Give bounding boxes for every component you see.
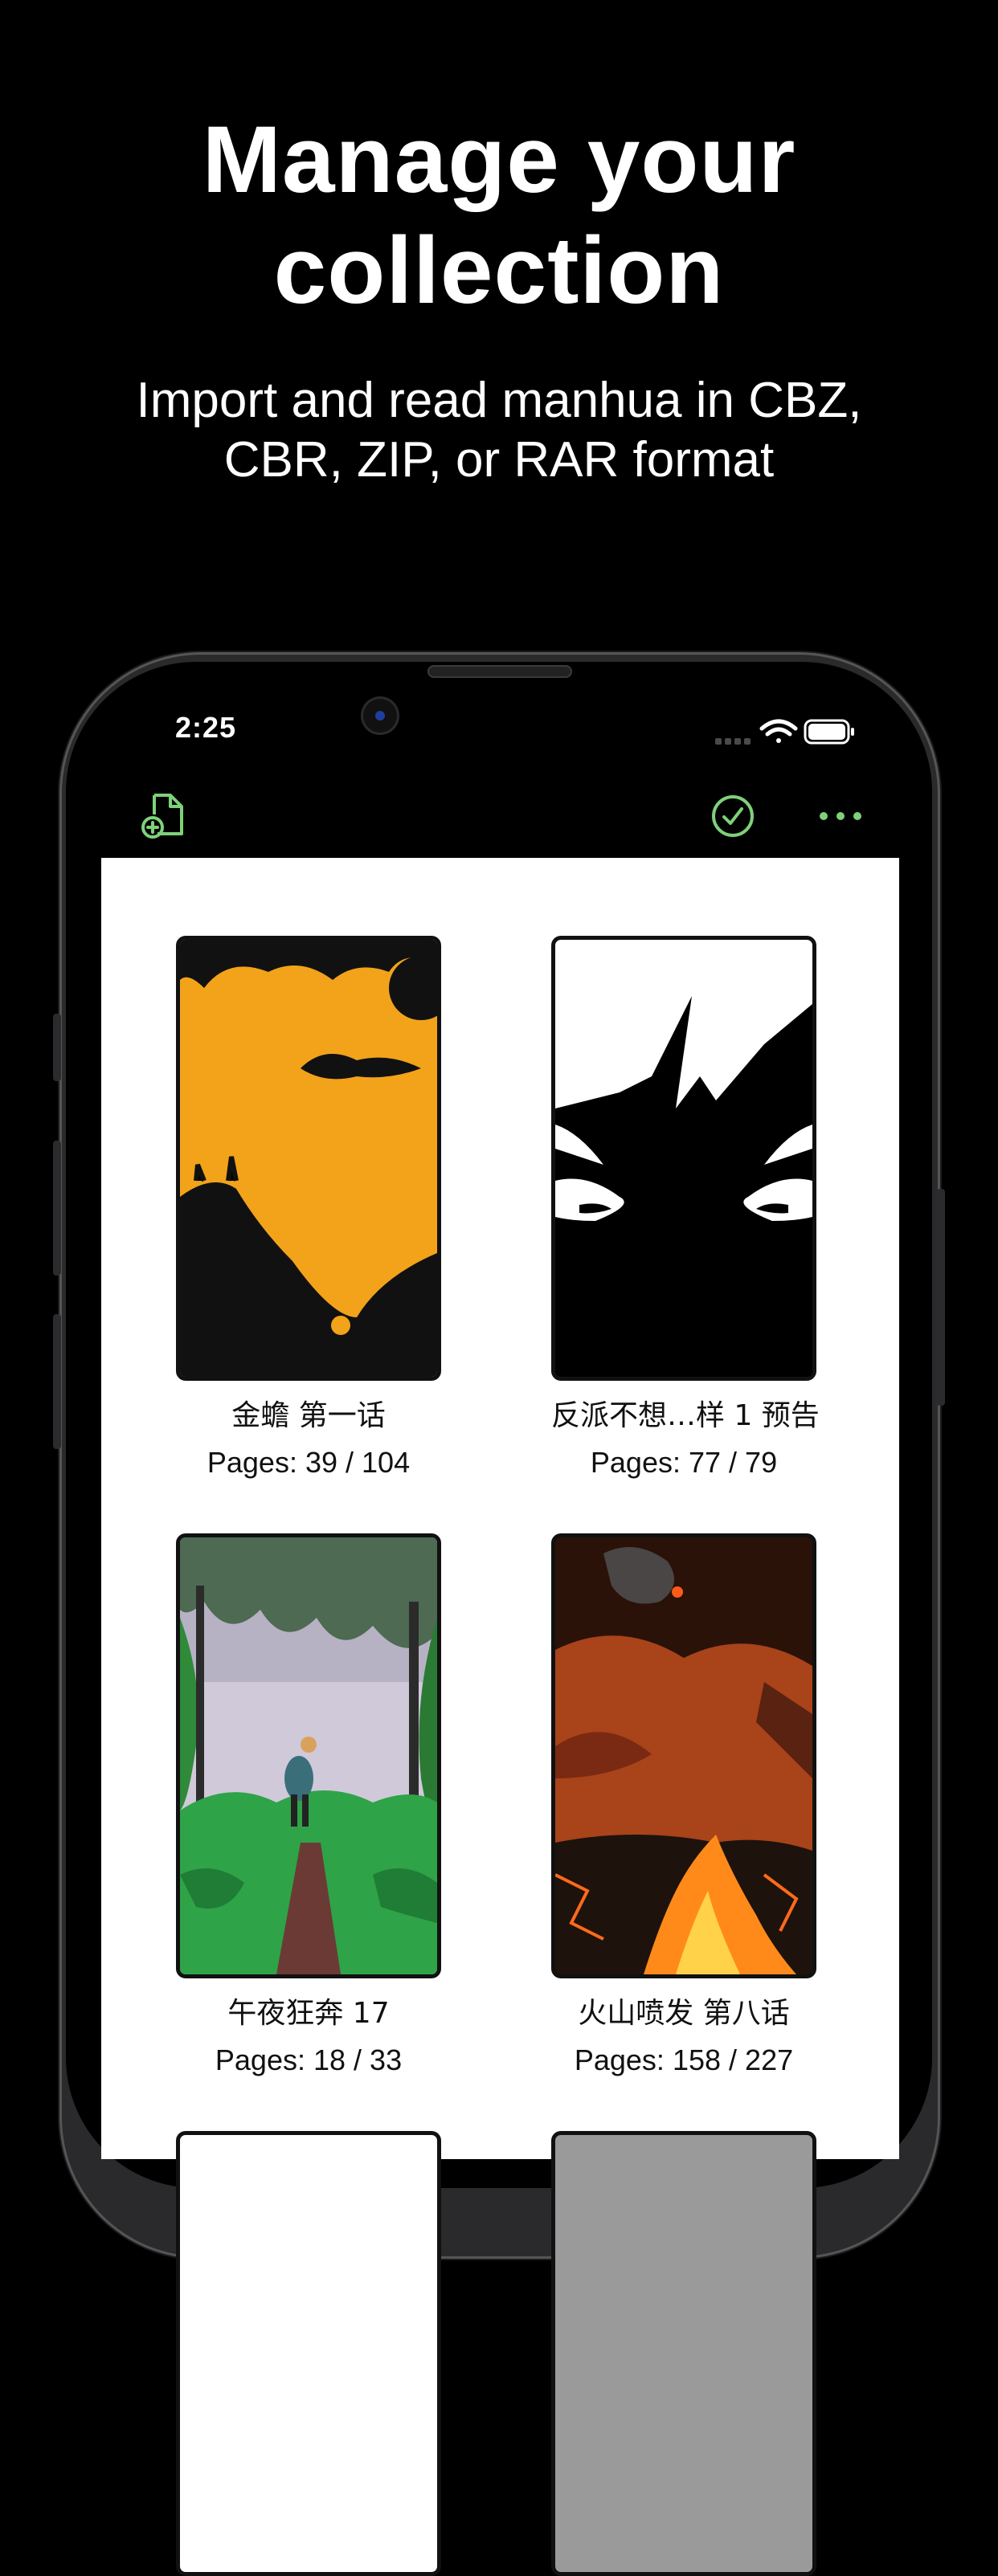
item-title: 午夜狂奔 17 xyxy=(227,1997,390,2030)
subline-line-2: CBR, ZIP, or RAR format xyxy=(223,432,775,488)
pages-prefix: Pages: xyxy=(590,1446,689,1479)
cover-thumbnail[interactable] xyxy=(551,1533,816,1978)
library-item[interactable]: 反派不想…样 1 预告 Pages: 77 / 79 xyxy=(551,936,820,1480)
phone-power-button xyxy=(937,1189,945,1406)
promo-headline: Manage your collection xyxy=(0,104,998,326)
library-item[interactable] xyxy=(176,2131,441,2576)
status-time: 2:25 xyxy=(175,711,237,744)
front-camera xyxy=(361,696,399,735)
pages-read: 18 xyxy=(313,2043,346,2076)
headline-line-1: Manage your xyxy=(202,107,796,213)
phone-speaker xyxy=(427,665,572,678)
pages-read: 39 xyxy=(305,1446,338,1479)
cover-thumbnail[interactable] xyxy=(551,936,816,1381)
library-item[interactable]: 火山喷发 第八话 Pages: 158 / 227 xyxy=(551,1533,816,2078)
cover-thumbnail[interactable] xyxy=(176,936,441,1381)
item-pages: Pages: 77 / 79 xyxy=(590,1446,778,1479)
library-grid: 金蟾 第一话 Pages: 39 / 104 反派不想…样 1 预告 Pages… xyxy=(101,858,899,2576)
subline-line-1: Import and read manhua in CBZ, xyxy=(136,373,862,428)
signal-icon xyxy=(715,738,751,745)
status-icons xyxy=(715,717,860,749)
item-pages: Pages: 158 / 227 xyxy=(574,2043,794,2076)
battery-icon xyxy=(804,719,854,745)
cover-thumbnail[interactable] xyxy=(551,2131,816,2576)
pages-read: 77 xyxy=(688,1446,722,1479)
pages-total: 104 xyxy=(362,1446,411,1479)
pages-prefix: Pages: xyxy=(574,2043,673,2076)
pages-total: 79 xyxy=(745,1446,778,1479)
phone-volume-down xyxy=(53,1314,61,1449)
item-title: 金蟾 第一话 xyxy=(231,1399,386,1432)
import-file-icon[interactable] xyxy=(140,790,190,840)
select-checkmark-icon[interactable] xyxy=(710,794,755,839)
more-ellipsis-icon[interactable] xyxy=(818,808,863,824)
item-pages: Pages: 18 / 33 xyxy=(215,2043,403,2076)
pages-total: 33 xyxy=(370,2043,403,2076)
library-item[interactable]: 午夜狂奔 17 Pages: 18 / 33 xyxy=(176,1533,441,2078)
pages-read: 158 xyxy=(672,2043,722,2076)
library-item[interactable]: 金蟾 第一话 Pages: 39 / 104 xyxy=(176,936,441,1480)
cover-thumbnail[interactable] xyxy=(176,1533,441,1978)
pages-prefix: Pages: xyxy=(207,1446,305,1479)
phone-silent-switch xyxy=(53,1014,61,1081)
promo-subline: Import and read manhua in CBZ, CBR, ZIP,… xyxy=(0,371,998,490)
item-title: 反派不想…样 1 预告 xyxy=(551,1399,820,1432)
cover-thumbnail[interactable] xyxy=(176,2131,441,2576)
wifi-icon xyxy=(759,719,798,743)
pages-total: 227 xyxy=(745,2043,794,2076)
item-pages: Pages: 39 / 104 xyxy=(207,1446,411,1479)
item-title: 火山喷发 第八话 xyxy=(578,1997,790,2030)
pages-prefix: Pages: xyxy=(215,2043,313,2076)
headline-line-2: collection xyxy=(273,218,725,324)
phone-volume-up xyxy=(53,1141,61,1276)
library-item[interactable] xyxy=(551,2131,816,2576)
